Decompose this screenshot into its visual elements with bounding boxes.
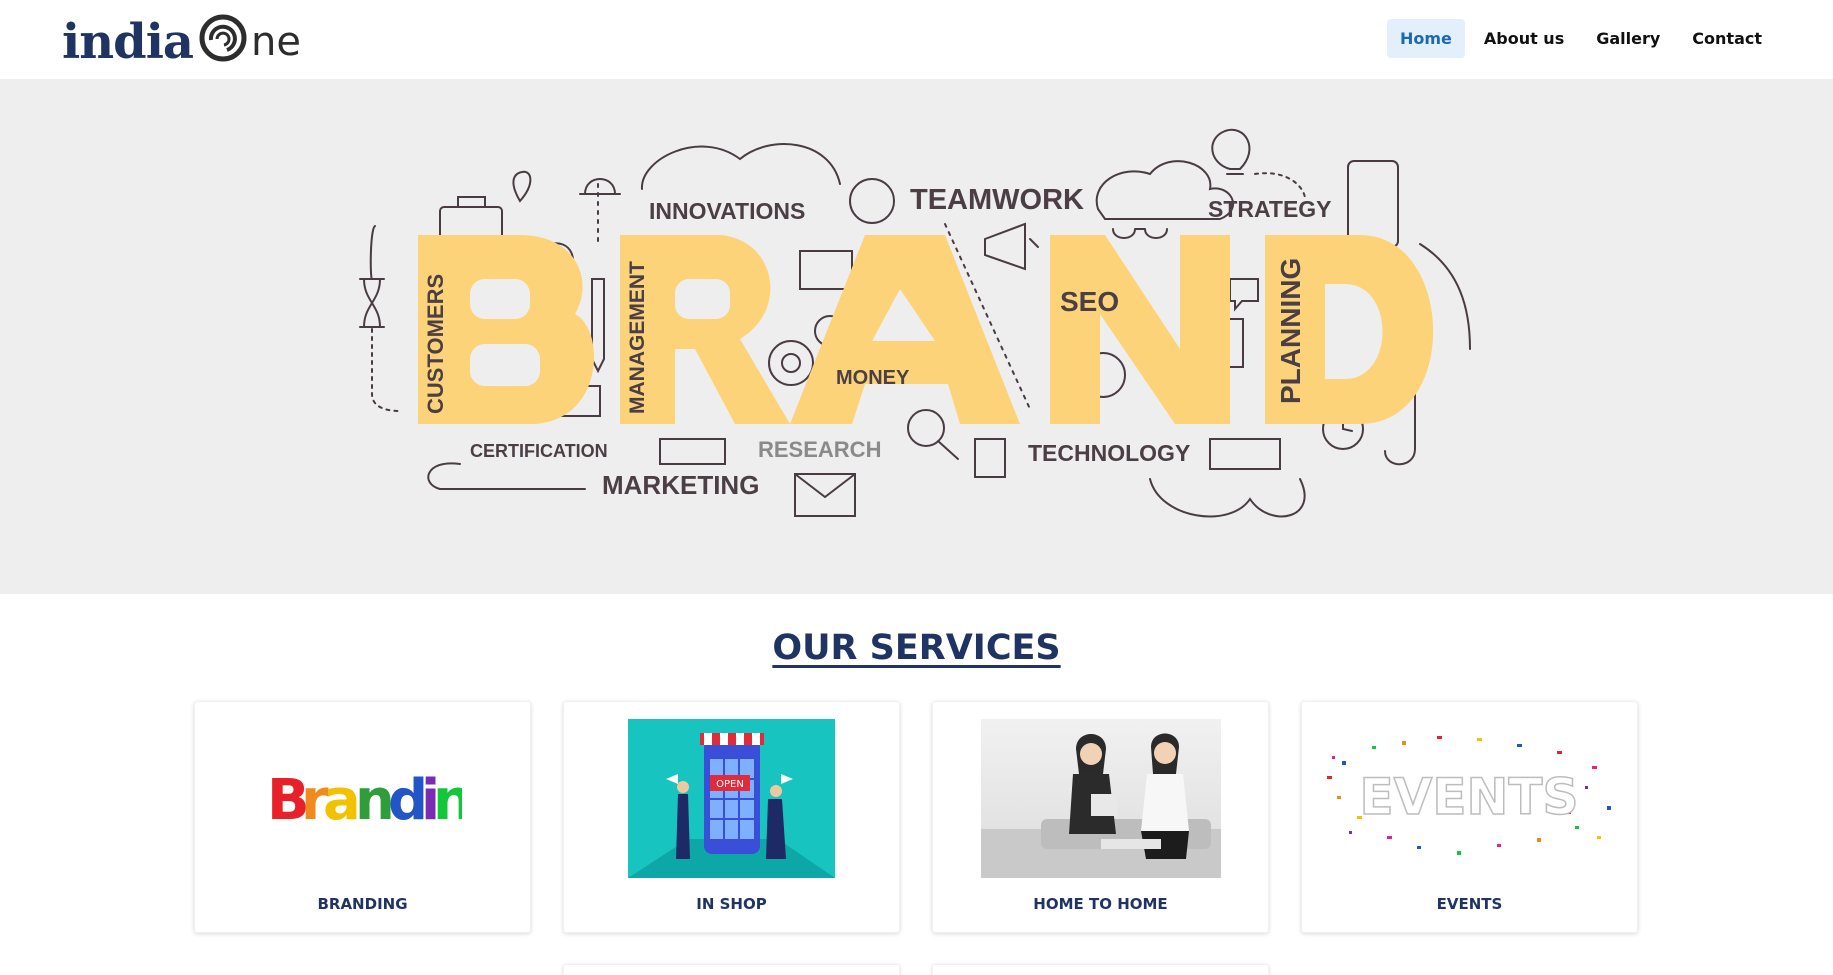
home-to-home-image [981,719,1221,878]
services-title: OUR SERVICES [772,628,1061,668]
nav-about-us[interactable]: About us [1471,19,1577,58]
brand-illustration: INNOVATIONS TEAMWORK STRATEGY CUSTOMERS … [359,128,1471,518]
service-card-label: BRANDING [317,895,408,913]
puzzle-icon [974,438,1006,478]
logo-text-ne: ne [251,19,301,65]
navbar: india ne Home About us Gallery Contact [0,0,1833,79]
word-research: RESEARCH [758,437,881,462]
service-card-label: EVENTS [1436,895,1503,913]
word-certification: CERTIFICATION [470,441,608,461]
word-money: MONEY [836,367,910,389]
word-seo: SEO [1060,286,1119,317]
main-nav: Home About us Gallery Contact [1381,19,1775,58]
service-card-events[interactable]: EVENTS EVENTS [1301,701,1638,933]
word-strategy: STRATEGY [1208,196,1332,222]
service-card-home-to-home[interactable]: HOME TO HOME [932,701,1269,933]
small-pin-icon [512,170,532,203]
service-card-branding[interactable]: B r a n d i n BRANDING [194,701,531,933]
open-sign-text: OPEN [716,779,744,790]
events-image: EVENTS [1317,726,1622,866]
glasses-icon [1112,228,1168,239]
hero-banner: INNOVATIONS TEAMWORK STRATEGY CUSTOMERS … [0,79,1833,594]
puzzle-icon-2 [1209,438,1281,470]
word-marketing: MARKETING [602,470,759,500]
service-card-partial[interactable] [563,964,900,975]
in-shop-image: OPEN [628,719,835,878]
nav-gallery[interactable]: Gallery [1583,19,1673,58]
word-teamwork: TEAMWORK [910,184,1084,216]
service-card-label: HOME TO HOME [1033,895,1168,913]
word-customers: CUSTOMERS [423,274,448,414]
branding-image: B r a n d i n [267,764,462,834]
service-card-in-shop[interactable]: OPEN IN SHOP [563,701,900,933]
service-card-label: IN SHOP [696,895,767,913]
logo-text-india: india [62,14,194,70]
bell-icon [579,178,621,195]
megaphone-icon [984,222,1039,271]
logo-ring-icon [199,14,247,62]
cloud-top-doodle [640,143,841,190]
chat-bubble-icon [1229,278,1259,312]
pie-chart-icon [849,178,895,224]
word-management: MANAGEMENT [626,261,649,414]
browser-window-icon [799,250,853,290]
word-planning: PLANNING [1275,258,1306,404]
word-technology: TECHNOLOGY [1028,440,1190,466]
hourglass-icon [359,278,385,328]
gear-icon [768,340,814,386]
phone-icon [1347,160,1399,248]
lightbulb-icon [1211,128,1251,175]
svg-text:n: n [433,768,462,833]
nav-home[interactable]: Home [1386,19,1465,58]
word-innovations: INNOVATIONS [649,198,805,224]
service-card-partial[interactable] [932,964,1269,975]
logo[interactable]: india ne [62,10,301,70]
ticket-icon [659,438,726,465]
brand-letter-n [1050,235,1230,424]
nav-contact[interactable]: Contact [1679,19,1775,58]
events-graphic-text: EVENTS [1360,768,1579,826]
cloud-bottom-doodle [1149,478,1306,518]
